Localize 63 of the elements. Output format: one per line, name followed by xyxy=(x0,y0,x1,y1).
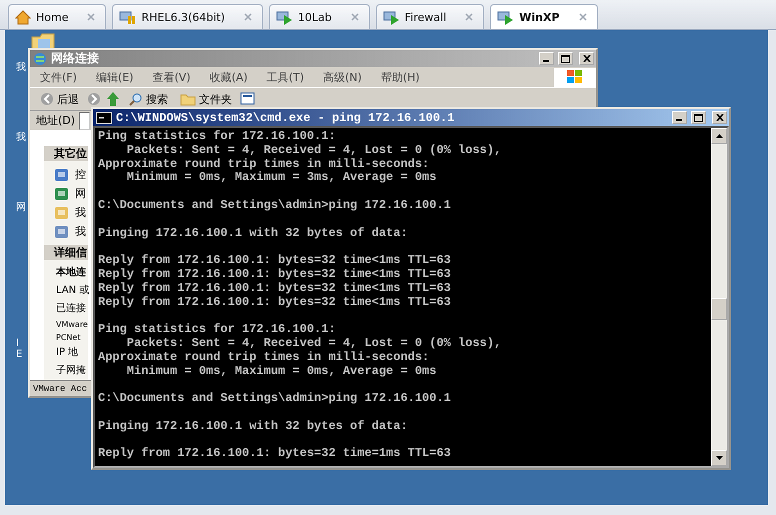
scroll-thumb[interactable] xyxy=(711,298,727,320)
detail-text: 子网掩 xyxy=(55,364,86,378)
detail-text: LAN 或 xyxy=(55,284,90,298)
window-title: C:\WINDOWS\system32\cmd.exe - ping 172.16.100.1 xyxy=(116,110,456,124)
vm-tab[interactable]: Firewall xyxy=(376,4,484,29)
section-header[interactable]: 详细信 xyxy=(44,245,88,260)
window-title: 网络连接 xyxy=(51,50,100,67)
search-button[interactable]: 搜索 xyxy=(125,92,172,106)
place-link[interactable]: 我 xyxy=(75,205,86,220)
maximize-button[interactable] xyxy=(691,111,706,124)
place-link[interactable]: 我 xyxy=(75,224,86,239)
place-link[interactable]: 网 xyxy=(75,186,86,201)
minimize-button[interactable] xyxy=(539,52,554,65)
detail-text: IP 地 xyxy=(55,346,78,360)
close-icon[interactable] xyxy=(578,13,587,21)
paused-vm-icon xyxy=(119,10,136,24)
vm-tab[interactable]: RHEL6.3(64bit) xyxy=(112,4,263,29)
desktop-icon-label: E xyxy=(16,349,22,360)
detail-text: VMware xyxy=(55,320,88,329)
menu-item[interactable]: 收藏(A) xyxy=(210,70,248,84)
up-arrow-icon[interactable] xyxy=(105,91,121,107)
running-vm-icon xyxy=(497,10,514,24)
desktop-icon-label: I xyxy=(16,338,19,349)
close-button[interactable] xyxy=(579,52,594,65)
address-field[interactable] xyxy=(79,112,90,130)
address-label: 地址(D) xyxy=(36,113,76,128)
running-vm-icon xyxy=(382,10,400,24)
detail-text: 本地连 xyxy=(54,266,86,280)
section-header[interactable]: 其它位 xyxy=(44,146,88,161)
house-icon xyxy=(15,10,31,24)
scroll-down-button[interactable] xyxy=(711,450,727,466)
desktop-icon-label: 我 xyxy=(16,130,26,144)
running-vm-icon xyxy=(276,10,293,24)
scroll-bar[interactable] xyxy=(711,128,727,466)
place-link[interactable]: 控 xyxy=(75,167,86,182)
close-button[interactable] xyxy=(712,111,727,124)
windows-logo-icon xyxy=(566,69,584,85)
maximize-icon xyxy=(561,54,570,62)
up-arrow-icon xyxy=(716,134,722,138)
menu-item[interactable]: 文件(F) xyxy=(40,70,77,84)
maximize-icon xyxy=(694,114,703,122)
desktop-icon-label: 网 xyxy=(16,201,26,214)
vm-tab[interactable]: WinXP xyxy=(490,4,598,29)
menu-item[interactable]: 查看(V) xyxy=(152,70,191,84)
desktop-icon-label: 我 xyxy=(16,60,26,74)
detail-text: PCNet xyxy=(55,333,80,342)
vm-tab[interactable]: 10Lab xyxy=(268,4,370,29)
minimize-button[interactable] xyxy=(672,111,687,124)
back-button[interactable]: 后退 xyxy=(36,92,83,106)
console-icon xyxy=(96,112,112,124)
scroll-up-button[interactable] xyxy=(711,128,727,144)
close-icon xyxy=(582,55,590,62)
menu-item[interactable]: 工具(T) xyxy=(266,70,304,84)
vm-tab[interactable]: Home xyxy=(8,4,106,29)
menu-item[interactable]: 高级(N) xyxy=(323,70,362,84)
menu-item[interactable]: 编辑(E) xyxy=(96,70,134,84)
menu-item[interactable]: 帮助(H) xyxy=(380,70,420,84)
close-icon xyxy=(716,114,724,121)
down-arrow-icon xyxy=(716,456,722,460)
folders-button[interactable]: 文件夹 xyxy=(176,92,236,106)
maximize-button[interactable] xyxy=(558,52,573,65)
detail-text: 已连接 xyxy=(55,302,86,316)
search-icon xyxy=(129,92,143,106)
